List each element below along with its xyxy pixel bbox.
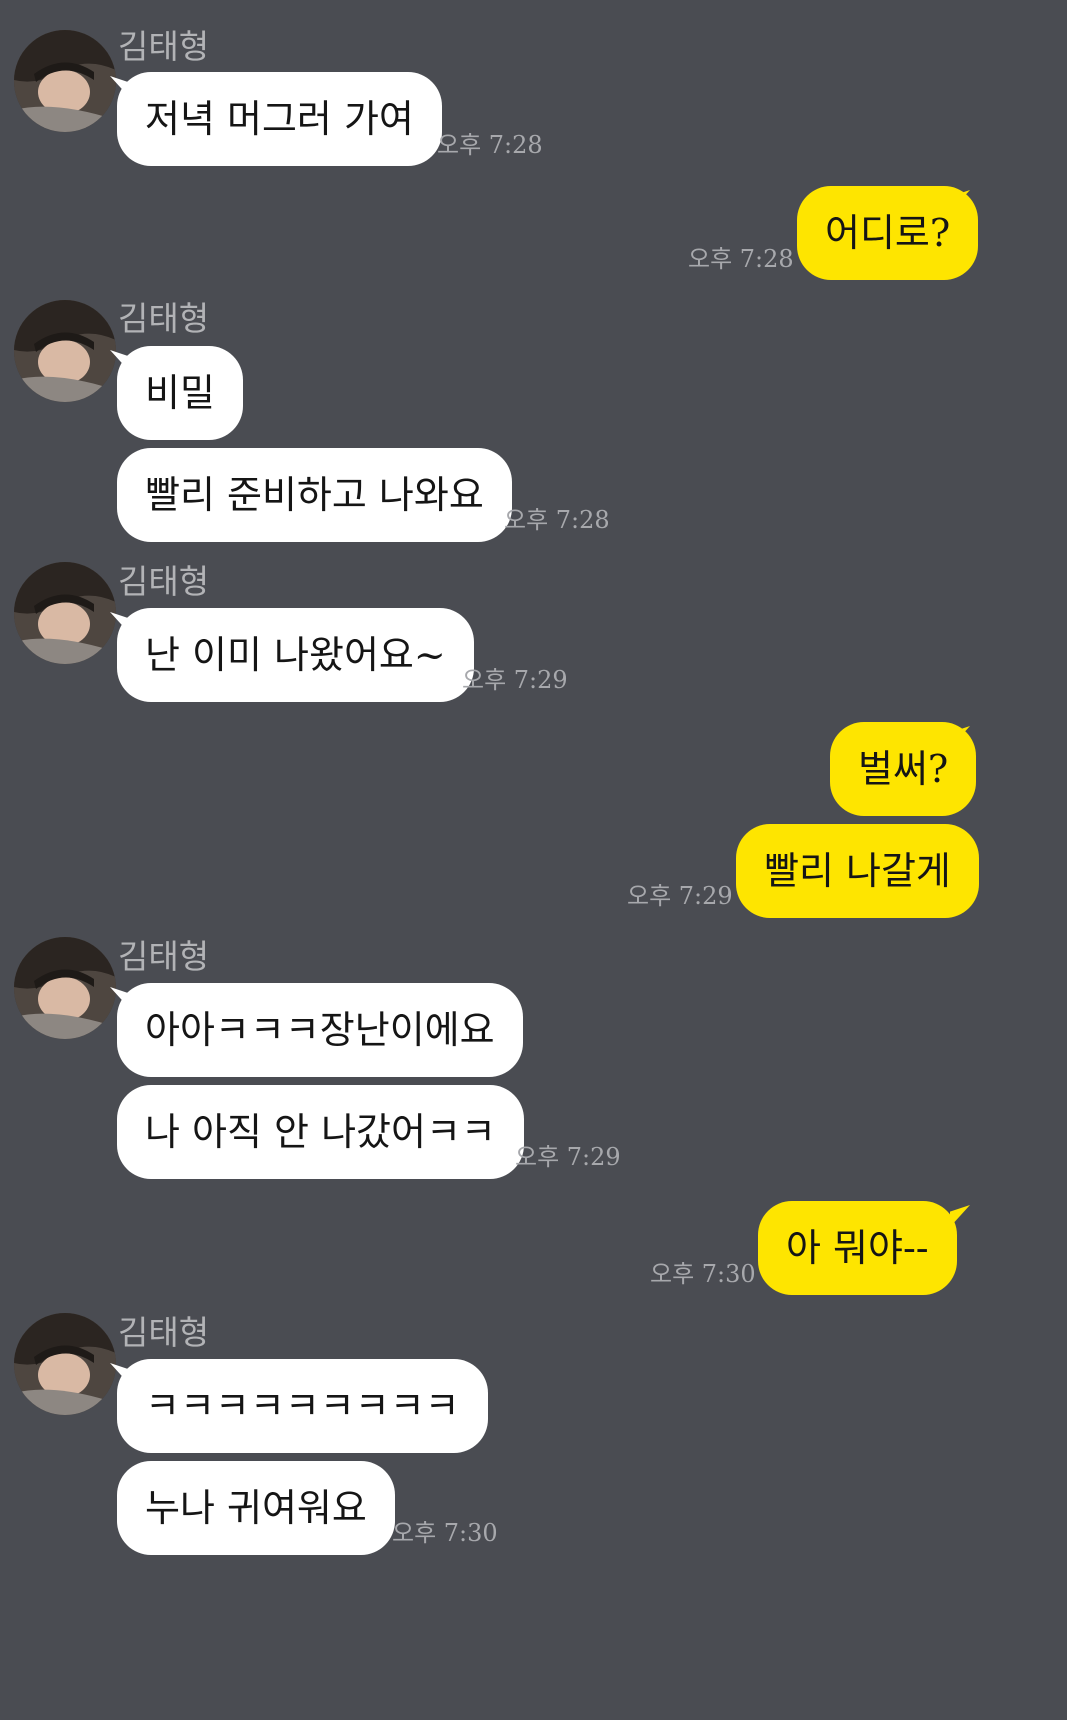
message-bubble-outgoing[interactable]: 빨리 나갈게 — [736, 824, 979, 918]
profile-photo-icon — [14, 562, 116, 664]
profile-photo-icon — [14, 30, 116, 132]
profile-photo-icon — [14, 1313, 116, 1415]
message-bubble-incoming[interactable]: 난 이미 나왔어요~ — [117, 608, 474, 702]
message-timestamp: 오후 7:29 — [627, 882, 733, 910]
message-timestamp: 오후 7:28 — [688, 245, 794, 273]
sender-name: 김태형 — [118, 937, 210, 976]
message-bubble-incoming[interactable]: 나 아직 안 나갔어ㅋㅋ — [117, 1085, 524, 1179]
contact-avatar[interactable] — [14, 1313, 116, 1415]
message-bubble-incoming[interactable]: 누나 귀여워요 — [117, 1461, 395, 1555]
profile-photo-icon — [14, 937, 116, 1039]
message-bubble-incoming[interactable]: 비밀 — [117, 346, 243, 440]
message-timestamp: 오후 7:29 — [515, 1143, 621, 1171]
chat-message-list[interactable]: 김태형 저녁 머그러 가여 오후 7:28 어디로? 오후 7:28 김태형 비… — [0, 0, 1067, 1720]
sender-name: 김태형 — [118, 299, 210, 338]
contact-avatar[interactable] — [14, 300, 116, 402]
message-bubble-incoming[interactable]: 아아ㅋㅋㅋ장난이에요 — [117, 983, 523, 1077]
sender-name: 김태형 — [118, 1313, 210, 1352]
message-timestamp: 오후 7:30 — [392, 1519, 498, 1547]
message-timestamp: 오후 7:30 — [650, 1260, 756, 1288]
profile-photo-icon — [14, 300, 116, 402]
message-bubble-incoming[interactable]: 빨리 준비하고 나와요 — [117, 448, 512, 542]
message-bubble-outgoing[interactable]: 어디로? — [797, 186, 979, 280]
message-timestamp: 오후 7:29 — [462, 666, 568, 694]
contact-avatar[interactable] — [14, 30, 116, 132]
contact-avatar[interactable] — [14, 562, 116, 664]
message-timestamp: 오후 7:28 — [437, 131, 543, 159]
message-bubble-outgoing[interactable]: 벌써? — [830, 722, 977, 816]
contact-avatar[interactable] — [14, 937, 116, 1039]
message-bubble-incoming[interactable]: 저녁 머그러 가여 — [117, 72, 442, 166]
message-bubble-outgoing[interactable]: 아 뭐야-- — [758, 1201, 957, 1295]
message-timestamp: 오후 7:28 — [504, 506, 610, 534]
message-bubble-incoming[interactable]: ㅋㅋㅋㅋㅋㅋㅋㅋㅋ — [117, 1359, 488, 1453]
sender-name: 김태형 — [118, 562, 210, 601]
sender-name: 김태형 — [118, 27, 210, 66]
